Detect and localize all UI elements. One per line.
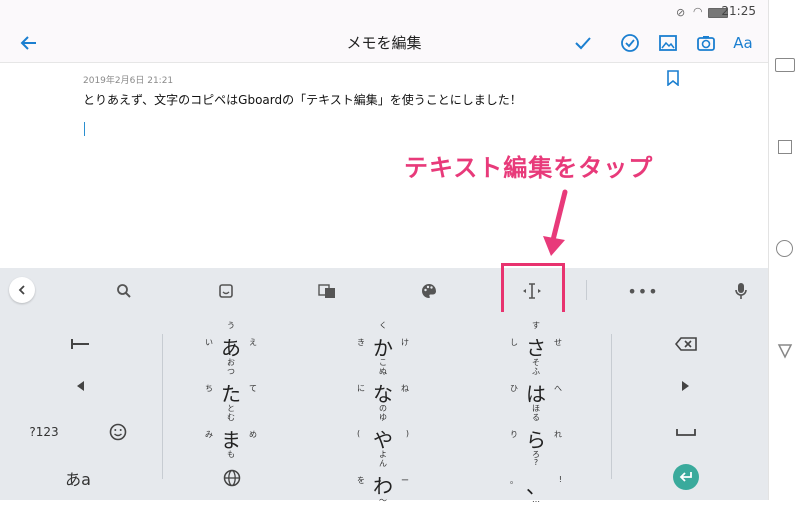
microphone-icon[interactable]	[728, 278, 754, 304]
kana-key-ma[interactable]: むみめまも	[201, 413, 261, 462]
image-icon[interactable]	[655, 30, 681, 56]
font-button[interactable]: Aa	[730, 30, 756, 56]
wifi-icon: ◠	[693, 5, 703, 18]
toolbar-divider	[586, 280, 587, 300]
backspace-icon[interactable]	[668, 330, 704, 358]
kana-key-na[interactable]: ぬにねなの	[353, 367, 413, 416]
globe-icon[interactable]	[218, 464, 246, 492]
search-icon[interactable]	[111, 278, 137, 304]
back-triangle-icon[interactable]	[777, 343, 793, 363]
sticker-icon[interactable]	[213, 278, 239, 304]
kana-key-ra[interactable]: るりれらろ	[506, 413, 566, 462]
kana-key-ka[interactable]: くきけかこ	[353, 321, 413, 370]
keyboard-toolbar: •••	[0, 268, 768, 312]
punctuation-key[interactable]: ?。!、…	[506, 458, 566, 508]
status-time: 21:25	[721, 4, 756, 18]
cursor-right-key[interactable]	[668, 372, 704, 400]
home-icon[interactable]	[776, 240, 793, 257]
recents-icon[interactable]	[778, 140, 792, 154]
checkmark-icon[interactable]	[570, 30, 596, 56]
enter-key[interactable]	[673, 464, 699, 490]
text-edit-highlight-box	[501, 263, 565, 317]
kana-key-sa[interactable]: すしせさそ	[506, 321, 566, 370]
emoji-icon[interactable]	[104, 418, 132, 446]
system-nav-bar	[768, 0, 800, 500]
bookmark-icon[interactable]	[666, 70, 680, 90]
cursor-left-key[interactable]	[62, 372, 98, 400]
app-bar: メモを編集 Aa	[0, 24, 768, 63]
annotation-arrow	[543, 189, 568, 256]
kana-key-a[interactable]: ういえあお	[201, 321, 261, 370]
numbers-mode-key[interactable]: ?123	[22, 418, 66, 446]
space-key[interactable]	[668, 418, 704, 446]
kana-key-ya[interactable]: ゆ() やよ	[353, 413, 413, 462]
key-divider	[162, 334, 163, 479]
language-switch-key[interactable]: あa	[60, 464, 96, 492]
undo-key[interactable]	[62, 330, 98, 358]
text-cursor	[84, 122, 85, 136]
palette-icon[interactable]	[416, 278, 442, 304]
kana-key-wa[interactable]: んをーわ〜	[353, 459, 413, 508]
kana-key-ta[interactable]: つちてたと	[201, 367, 261, 416]
translate-icon[interactable]	[314, 278, 340, 304]
flick-keyboard: ?123 あa ういえあお くきけかこ すしせさそ つちてたと ぬにねなの ふひ…	[0, 312, 768, 505]
annotation-label: テキスト編集をタップ	[404, 154, 654, 182]
kana-key-ha[interactable]: ふひへはほ	[506, 367, 566, 416]
page-title: メモを編集	[346, 34, 422, 52]
note-body[interactable]: とりあえず、文字のコピペはGboardの「テキスト編集」を使うことにしました！	[83, 91, 522, 108]
note-date: 2019年2月6日 21:21	[83, 76, 174, 86]
key-divider	[611, 334, 612, 479]
check-circle-icon[interactable]	[617, 30, 643, 56]
status-bar: ⊘ ◠ 21:25	[0, 0, 768, 24]
more-icon[interactable]: •••	[627, 278, 657, 304]
camera-icon[interactable]	[693, 30, 719, 56]
keyboard-toggle-icon[interactable]	[775, 58, 795, 72]
mute-icon: ⊘	[676, 6, 686, 19]
collapse-toolbar-button[interactable]	[9, 277, 35, 303]
